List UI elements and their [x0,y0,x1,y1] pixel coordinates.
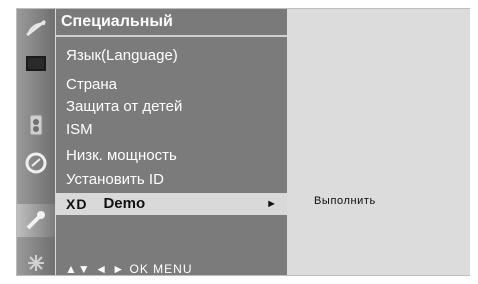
screen-icon [26,55,46,71]
menu-title: Специальный [56,9,287,37]
tab-screen[interactable] [17,46,55,79]
execute-button[interactable]: Выполнить [314,195,376,207]
clock-icon [25,152,47,173]
tab-dish[interactable] [17,11,55,44]
xd-logo: XD [66,196,88,212]
side-tabs [17,9,55,275]
xd-demo-label: Demo [103,195,146,212]
menu-item-child-lock[interactable]: Защита от детей [56,96,287,118]
tab-time[interactable] [17,146,55,179]
key-icon [26,210,45,229]
satellite-dish-icon [26,19,46,36]
menu-item-set-id[interactable]: Установить ID [56,169,287,191]
submenu-panel [287,9,470,275]
tab-setup[interactable] [17,246,55,279]
tab-special[interactable] [17,204,55,237]
speaker-icon [29,114,43,135]
menu-item-language[interactable]: Язык(Language) [56,45,287,67]
submenu-arrow-icon: ► [266,198,277,210]
navigation-hint: ▲▼ ◄ ► OK MENU [65,262,193,276]
tab-audio[interactable] [17,108,55,141]
menu-item-low-power[interactable]: Низк. мощность [56,145,287,167]
menu-item-xd-demo[interactable]: XD Demo ► [56,193,287,215]
settings-icon [28,254,44,271]
menu-item-ism[interactable]: ISM [56,119,287,141]
menu-item-country[interactable]: Страна [56,74,287,96]
